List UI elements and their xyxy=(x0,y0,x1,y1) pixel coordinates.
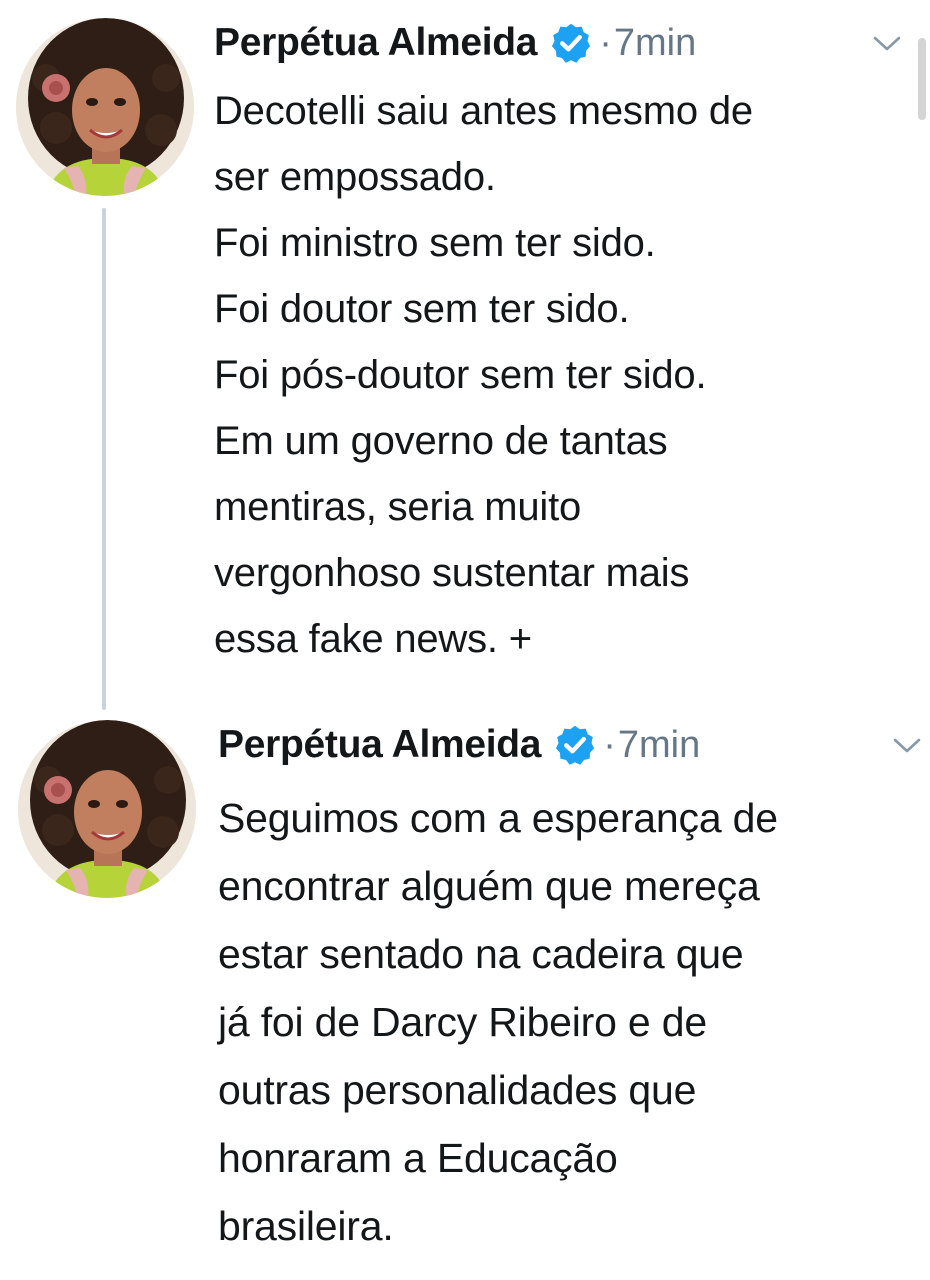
chevron-down-icon[interactable] xyxy=(872,34,902,54)
timestamp[interactable]: 7min xyxy=(618,724,700,767)
tweet-text-line: brasileira. xyxy=(218,1203,394,1249)
avatar-photo xyxy=(16,18,194,196)
verified-badge-icon xyxy=(549,21,593,65)
tweet-text-line: Foi doutor sem ter sido. xyxy=(214,287,630,331)
author-name[interactable]: Perpétua Almeida xyxy=(214,21,538,65)
tweet-text: Decotelli saiu antes mesmo de ser emposs… xyxy=(214,78,753,672)
tweet-text-line: ser empossado. xyxy=(214,155,496,199)
chevron-down-icon[interactable] xyxy=(892,736,922,756)
scrollbar[interactable] xyxy=(918,38,926,120)
tweet-text-line: Foi ministro sem ter sido. xyxy=(214,221,656,265)
tweet-text-line: Decotelli saiu antes mesmo de xyxy=(214,89,753,133)
tweet-text-line: já foi de Darcy Ribeiro e de xyxy=(218,999,707,1045)
tweet-text-line: Seguimos com a esperança de xyxy=(218,795,778,841)
tweet-text-line: encontrar alguém que mereça xyxy=(218,863,760,909)
separator-dot: · xyxy=(603,723,616,766)
tweet-text-line: essa fake news. + xyxy=(214,617,532,661)
avatar[interactable] xyxy=(18,720,196,898)
timestamp[interactable]: 7min xyxy=(614,22,696,65)
tweet-text-line: honraram a Educação xyxy=(218,1135,618,1181)
tweet-text-line: vergonhoso sustentar mais xyxy=(214,551,690,595)
tweet-text-line: mentiras, seria muito xyxy=(214,485,582,529)
author-name[interactable]: Perpétua Almeida xyxy=(218,723,542,767)
tweet-text-line: Em um governo de tantas xyxy=(214,419,668,463)
avatar-photo xyxy=(18,720,196,898)
tweet-text-line: outras personalidades que xyxy=(218,1067,697,1113)
thread-connector-line xyxy=(102,208,106,710)
avatar[interactable] xyxy=(16,18,194,196)
tweet-text: Seguimos com a esperança de encontrar al… xyxy=(218,784,778,1260)
tweet-text-line: Foi pós-doutor sem ter sido. xyxy=(214,353,707,397)
separator-dot: · xyxy=(599,21,612,64)
tweet-text-line: estar sentado na cadeira que xyxy=(218,931,744,977)
verified-badge-icon xyxy=(553,723,597,767)
